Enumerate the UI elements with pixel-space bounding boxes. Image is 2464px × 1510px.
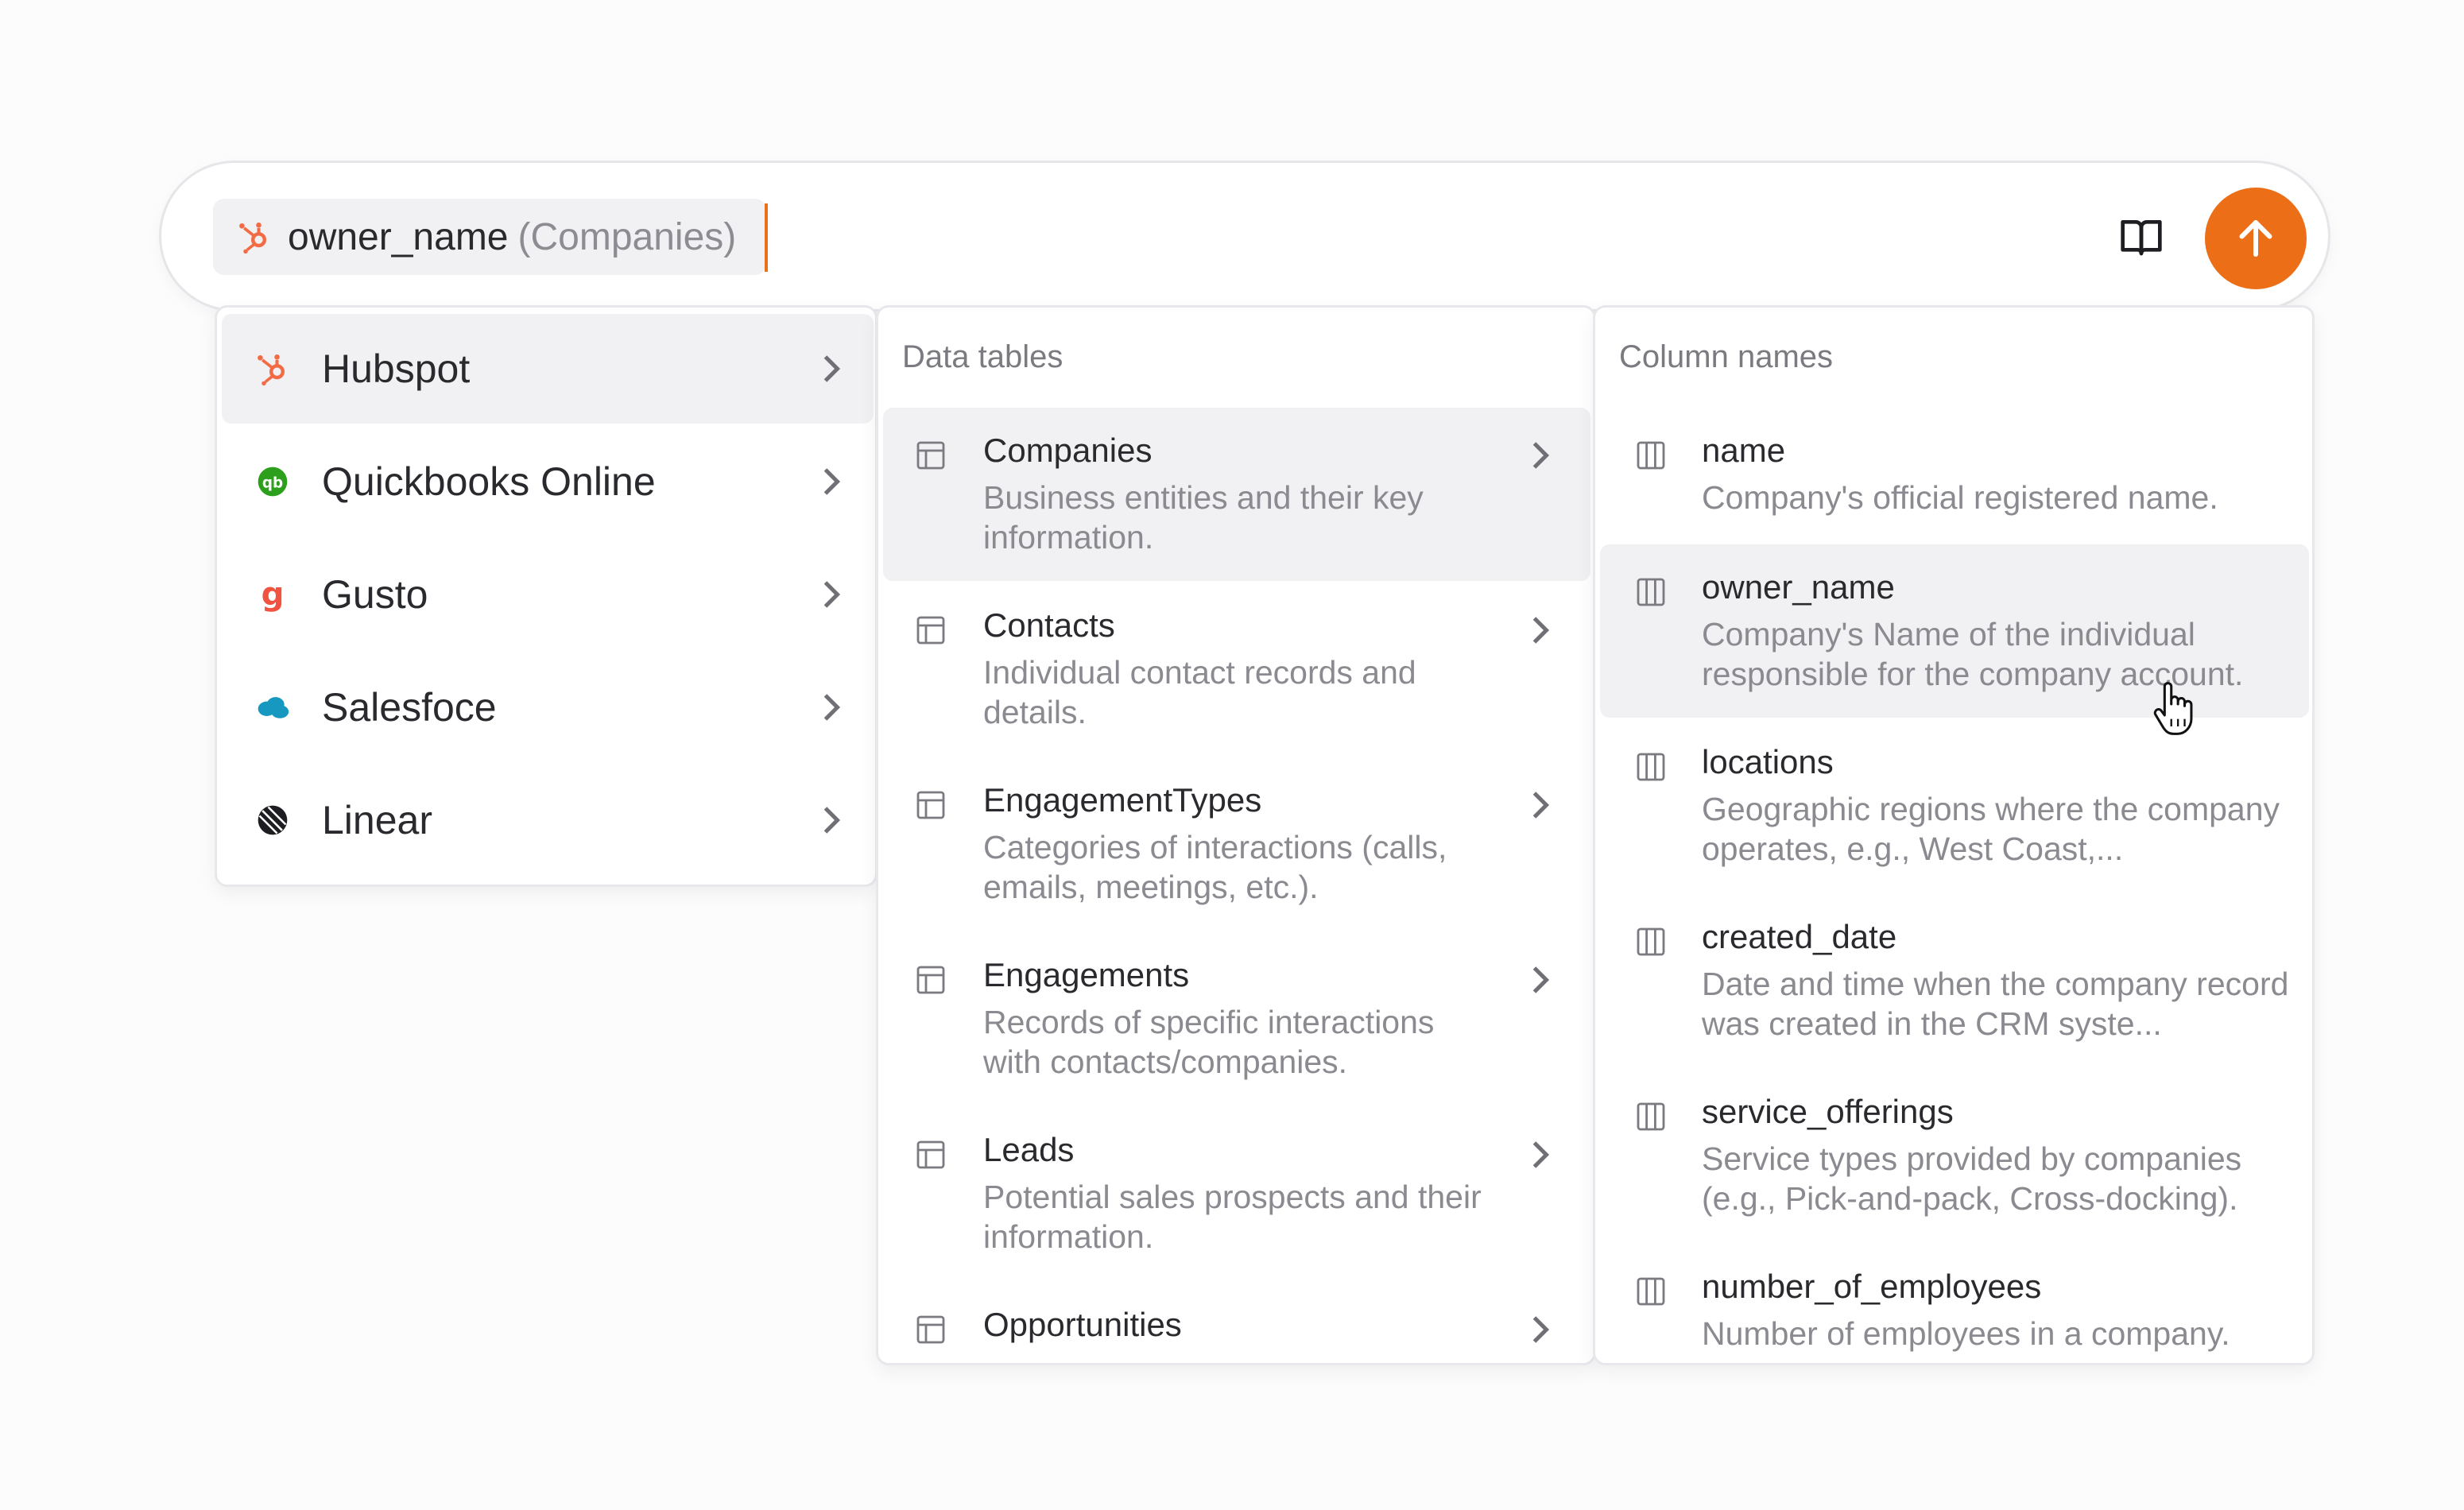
table-item-leads[interactable]: Leads Potential sales prospects and thei… [883,1107,1590,1280]
source-label: Gusto [322,572,428,617]
table-icon [916,791,945,819]
source-label: Salesfoce [322,685,497,730]
table-name: Companies [983,432,1153,469]
linear-icon [258,805,288,835]
column-icon [1637,1277,1665,1306]
chevron-right-icon [823,468,841,495]
table-description: Categories of interactions (calls, email… [983,829,1447,905]
salesforce-icon [258,697,289,718]
table-item-engagements[interactable]: Engagements Records of specific interact… [883,932,1590,1105]
column-description: Number of employees in a company. [1702,1315,2230,1352]
source-label: Hubspot [322,347,471,391]
chevron-right-icon [823,581,841,608]
chevron-right-icon [823,694,841,721]
column-name: service_offerings [1702,1093,1954,1130]
table-icon [916,441,945,470]
column-description: Service types provided by companies (e.g… [1702,1140,2242,1217]
table-description: Potential sales prospects and their info… [983,1179,1482,1255]
svg-text:g: g [262,577,285,612]
column-name: locations [1702,743,1834,780]
column-name: number_of_employees [1702,1268,2042,1305]
chevron-right-icon [1532,792,1550,819]
hand-pointer-icon [2153,682,2193,735]
chevron-right-icon [823,355,841,382]
hubspot-icon [258,354,285,386]
column-icon [1637,1102,1665,1131]
source-item-quickbooks[interactable]: qb Quickbooks Online [222,427,874,536]
column-description: Date and time when the company record wa… [1702,966,2289,1042]
column-description: Company's official registered name. [1702,479,2218,516]
table-item-companies[interactable]: Companies Business entities and their ke… [883,408,1590,581]
source-label: Linear [322,798,432,842]
source-item-gusto[interactable]: g Gusto [222,540,874,649]
source-item-salesforce[interactable]: Salesfoce [222,652,874,762]
table-item-contacts[interactable]: Contacts Individual contact records and … [883,583,1590,756]
data-tables-menu: Data tables Companies Business entities … [876,305,1596,1365]
column-icon [1637,753,1665,781]
column-item-number-of-employees[interactable]: number_of_employees Number of employees … [1600,1244,2309,1363]
quickbooks-icon: qb [258,467,288,497]
column-icon [1637,927,1665,956]
column-names-menu: Column names name Company's official reg… [1593,305,2315,1365]
table-name: Contacts [983,606,1115,644]
column-name: owner_name [1702,568,1895,606]
source-label: Quickbooks Online [322,459,656,504]
table-icon [916,1140,945,1169]
source-menu: Hubspot qb Quickbooks Online g Gusto Sal… [215,305,878,887]
column-item-locations[interactable]: locations Geographic regions where the c… [1600,719,2309,892]
table-item-engagementtypes[interactable]: EngagementTypes Categories of interactio… [883,757,1590,931]
chevron-right-icon [1532,617,1550,644]
chevron-right-icon [1532,1141,1550,1168]
chevron-right-icon [1532,1316,1550,1343]
chip-column-name: owner_name [288,215,509,258]
chip-table-name: (Companies) [517,215,737,258]
table-name: Opportunities [983,1306,1182,1343]
hubspot-icon [239,223,267,254]
table-description: Records of specific interactions with co… [983,1004,1435,1080]
table-name: Engagements [983,956,1190,993]
table-name: EngagementTypes [983,781,1262,819]
chevron-right-icon [1532,442,1550,469]
column-item-created-date[interactable]: created_date Date and time when the comp… [1600,894,2309,1067]
table-description: Business entities and their key informat… [983,479,1424,556]
column-description: Company's Name of the individual respons… [1702,616,2244,692]
data-tables-heading: Data tables [902,339,1063,374]
gusto-icon: g [262,577,285,612]
arrow-up-icon [2239,220,2272,257]
column-description: Geographic regions where the company ope… [1702,791,2280,867]
column-item-owner-name[interactable]: owner_name Company's Name of the individ… [1600,544,2309,718]
text-caret [765,203,768,272]
table-description: Individual contact records and details. [983,654,1416,730]
send-button[interactable] [2205,188,2307,289]
column-item-service-offerings[interactable]: service_offerings Service types provided… [1600,1069,2309,1242]
source-item-linear[interactable]: Linear [222,765,874,875]
chevron-right-icon [823,807,841,834]
table-icon [916,1315,945,1344]
table-icon [916,616,945,645]
selected-column-chip[interactable]: owner_name (Companies) [213,199,766,275]
table-icon [916,966,945,994]
column-names-heading: Column names [1619,339,1834,374]
column-icon [1637,441,1665,470]
table-name: Leads [983,1131,1075,1168]
source-item-hubspot[interactable]: Hubspot [222,314,874,424]
table-item-opportunities[interactable]: Opportunities [883,1282,1590,1363]
book-icon[interactable] [2119,215,2164,259]
chevron-right-icon [1532,966,1550,993]
column-name: created_date [1702,918,1897,955]
column-name: name [1702,432,1786,469]
column-icon [1637,578,1665,606]
svg-text:qb: qb [262,474,283,491]
